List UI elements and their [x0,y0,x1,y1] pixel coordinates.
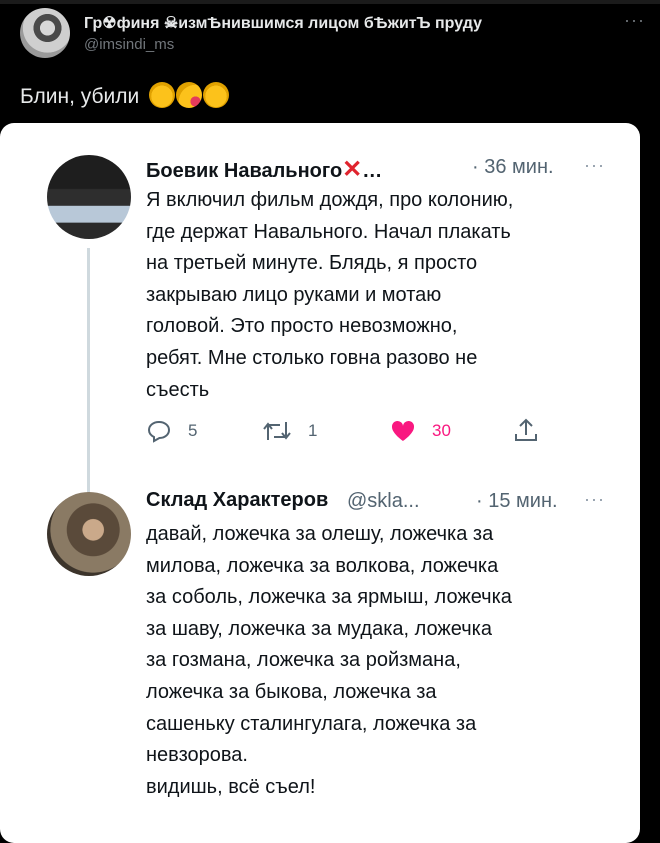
tweet-text-line: Блин, убили [20,82,230,109]
reply-2-time[interactable]: · 15 мин. [476,490,558,513]
reply-2-more-icon[interactable]: ··· [584,489,605,510]
reply-1-more-icon[interactable]: ··· [584,155,605,176]
more-options-icon[interactable]: ··· [624,10,645,31]
reply-1-avatar[interactable] [47,155,131,239]
reply-1-actions: 5 1 30 [146,417,626,447]
previous-content-edge [0,0,660,4]
share-icon[interactable] [513,417,539,443]
quoted-tweet-card[interactable]: Боевик Навального✕… · 36 мин. ··· Я вклю… [0,123,640,843]
reply-2-display-name[interactable]: Склад Характеров [146,489,328,512]
reply-2-handle[interactable]: @skla... [347,490,420,513]
rolling-laughing-emoji [149,82,176,108]
heart-icon[interactable] [390,419,416,443]
retweet-count: 1 [308,421,318,440]
retweet-icon[interactable] [262,420,292,442]
reply-count: 5 [188,421,198,440]
reply-2-avatar[interactable] [47,492,131,576]
tweet-text: Блин, убили [20,85,140,108]
reply-1-time[interactable]: · 36 мин. [472,156,554,179]
thread-line [87,248,90,498]
rolling-laughing-emoji [203,82,230,108]
reply-icon[interactable] [146,419,172,443]
name-truncation: … [362,160,383,182]
reply-1-display-name[interactable]: Боевик Навального [146,160,342,182]
reply-2-text: давай, ложечка за олешу, ложечка за мило… [146,523,512,798]
like-count: 30 [432,421,451,440]
reply-1-name-row: Боевик Навального✕… [146,155,382,184]
kiss-emoji [176,82,203,108]
cross-mark-icon: ✕ [342,156,363,183]
author-avatar[interactable] [20,8,70,58]
author-handle[interactable]: @imsindi_ms [84,36,174,53]
author-display-name[interactable]: Гр☢финя ☠измѢнившимся лицом бѢжитЪ пруду [84,13,482,33]
reply-1-text: Я включил фильм дождя, про колонию, где … [146,189,514,401]
